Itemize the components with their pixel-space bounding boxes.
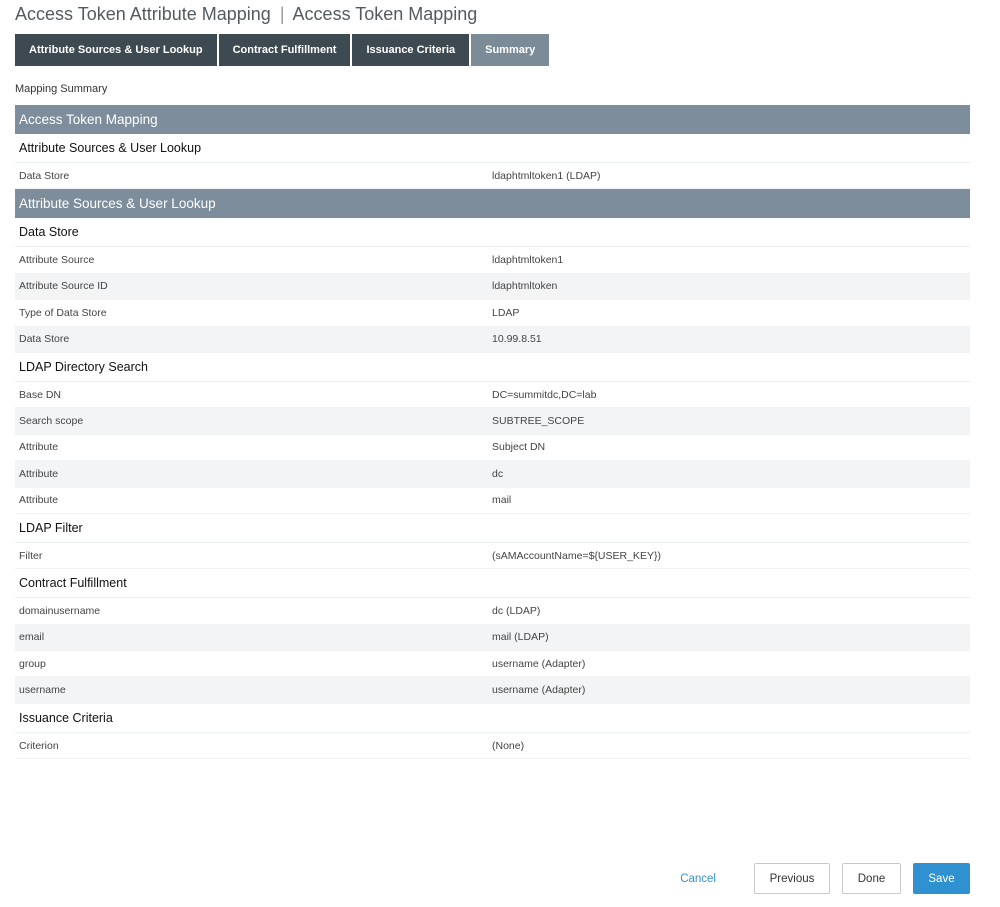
row-key: Criterion: [19, 739, 59, 752]
previous-button[interactable]: Previous: [754, 863, 830, 894]
row-key: Type of Data Store: [19, 306, 107, 319]
row-value: username (Adapter): [492, 684, 586, 697]
group-title: LDAP Filter: [15, 514, 970, 543]
summary-row: Attribute Source ID ldaphtmltoken: [15, 273, 970, 301]
row-value: SUBTREE_SCOPE: [492, 415, 585, 428]
row-value: (None): [492, 739, 525, 752]
page-title-sub: Access Token Mapping: [292, 4, 478, 24]
summary-row: Search scope SUBTREE_SCOPE: [15, 408, 970, 435]
row-key: Attribute: [19, 494, 59, 507]
tab-contract-fulfillment[interactable]: Contract Fulfillment: [218, 34, 351, 66]
summary-row: Type of Data Store LDAP: [15, 300, 970, 327]
tab-attribute-sources[interactable]: Attribute Sources & User Lookup: [15, 34, 217, 66]
summary-row: Attribute mail: [15, 488, 970, 514]
row-value: Subject DN: [492, 441, 546, 454]
row-key: Data Store: [19, 169, 70, 182]
summary-row: Filter (sAMAccountName=${USER_KEY}): [15, 543, 970, 570]
wizard-tabs: Attribute Sources & User Lookup Contract…: [15, 34, 551, 66]
section-header: Attribute Sources & User Lookup: [15, 189, 970, 219]
row-value: LDAP: [492, 306, 520, 319]
mapping-summary-label: Mapping Summary: [15, 83, 108, 95]
row-key: Attribute Source ID: [19, 280, 108, 293]
row-value: mail: [492, 494, 512, 507]
row-key: Search scope: [19, 415, 84, 428]
summary-row: Data Store 10.99.8.51: [15, 326, 970, 353]
title-separator: |: [279, 4, 285, 24]
summary-row: Attribute dc: [15, 461, 970, 488]
summary-row: Attribute Subject DN: [15, 435, 970, 462]
row-key: Data Store: [19, 333, 70, 346]
tab-summary[interactable]: Summary: [471, 34, 550, 66]
summary-row: Attribute Source ldaphtmltoken1: [15, 247, 970, 274]
summary-row: username username (Adapter): [15, 677, 970, 704]
save-button[interactable]: Save: [913, 863, 970, 894]
row-value: dc (LDAP): [492, 604, 541, 617]
row-value: DC=summitdc,DC=lab: [492, 388, 597, 401]
summary-row: group username (Adapter): [15, 651, 970, 678]
row-key: Base DN: [19, 388, 62, 401]
summary-row: Data Store ldaphtmltoken1 (LDAP): [15, 163, 970, 190]
row-value: username (Adapter): [492, 657, 586, 670]
group-title: LDAP Directory Search: [15, 353, 970, 382]
cancel-button[interactable]: Cancel: [680, 873, 716, 885]
summary-row: Base DN DC=summitdc,DC=lab: [15, 382, 970, 409]
row-value: mail (LDAP): [492, 631, 549, 644]
group-title: Attribute Sources & User Lookup: [15, 134, 970, 163]
row-key: email: [19, 631, 45, 644]
row-value: (sAMAccountName=${USER_KEY}): [492, 549, 661, 562]
footer-actions: Cancel Previous Done Save: [680, 863, 970, 894]
row-value: ldaphtmltoken1: [492, 254, 564, 267]
row-key: Attribute Source: [19, 254, 95, 267]
row-key: Attribute: [19, 467, 59, 480]
row-value: ldaphtmltoken: [492, 280, 558, 293]
row-value: 10.99.8.51: [492, 333, 542, 346]
row-key: domainusername: [19, 604, 101, 617]
section-header: Access Token Mapping: [15, 105, 970, 134]
summary-row: Criterion (None): [15, 733, 970, 760]
row-value: ldaphtmltoken1 (LDAP): [492, 169, 601, 182]
row-key: username: [19, 684, 66, 697]
summary-row: domainusername dc (LDAP): [15, 598, 970, 625]
group-title: Contract Fulfillment: [15, 569, 970, 599]
row-key: Filter: [19, 549, 43, 562]
page-title: Access Token Attribute Mapping | Access …: [15, 4, 477, 25]
row-key: Attribute: [19, 441, 59, 454]
done-button[interactable]: Done: [842, 863, 901, 894]
row-value: dc: [492, 467, 504, 480]
summary-row: email mail (LDAP): [15, 624, 970, 652]
tab-issuance-criteria[interactable]: Issuance Criteria: [352, 34, 470, 66]
group-title: Issuance Criteria: [15, 704, 970, 733]
mapping-summary: Access Token Mapping Attribute Sources & …: [15, 105, 970, 760]
group-title: Data Store: [15, 218, 970, 248]
page-title-main: Access Token Attribute Mapping: [15, 4, 271, 24]
row-key: group: [19, 657, 46, 670]
